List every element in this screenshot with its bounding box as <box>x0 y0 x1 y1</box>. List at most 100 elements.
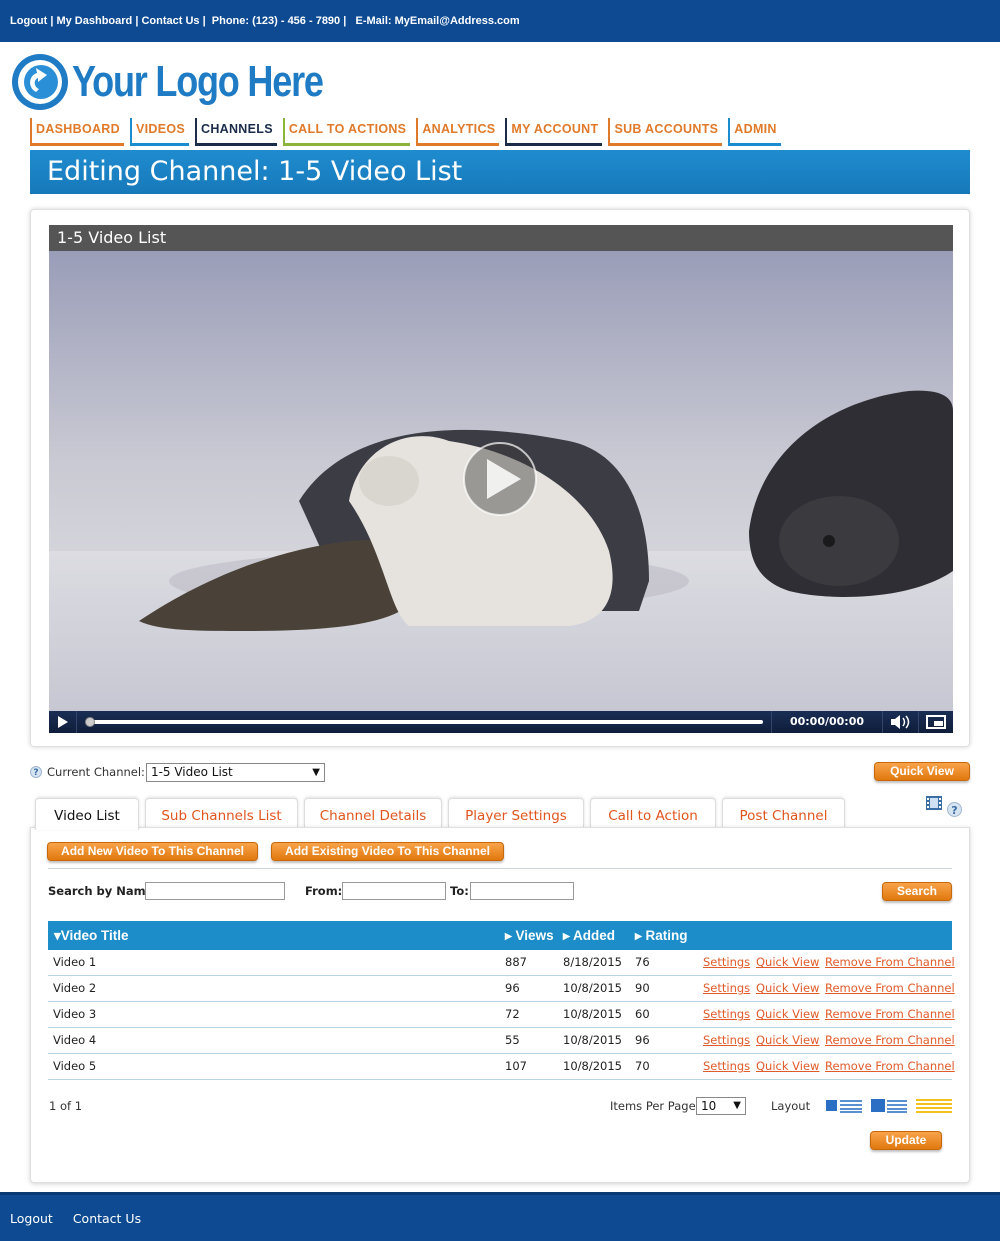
settings-link[interactable]: Settings <box>703 1028 750 1053</box>
added-cell: 8/18/2015 <box>563 955 622 969</box>
to-date-input[interactable] <box>470 882 574 900</box>
time-display: 00:00/00:00 <box>771 711 883 733</box>
page-title: Editing Channel: 1-5 Video List <box>30 150 970 194</box>
remove-from-channel-link[interactable]: Remove From Channel <box>825 976 955 1001</box>
nav-dashboard[interactable]: DASHBOARD <box>30 118 124 146</box>
sort-right-icon: ▸ <box>505 928 512 943</box>
nav-channels[interactable]: CHANNELS <box>195 118 277 146</box>
page-count: 1 of 1 <box>49 1099 83 1113</box>
tab-channel-details[interactable]: Channel Details <box>304 798 442 828</box>
help-icon[interactable]: ? <box>30 766 42 778</box>
items-per-page-select[interactable]: 10 ▼ <box>696 1097 746 1115</box>
rating-cell: 96 <box>635 1033 650 1047</box>
fullscreen-icon[interactable] <box>919 711 953 733</box>
quick-view-link[interactable]: Quick View <box>756 1002 819 1027</box>
rating-cell: 70 <box>635 1059 650 1073</box>
table-row: Video 4 55 10/8/2015 96 Settings Quick V… <box>48 1028 955 1054</box>
nav-admin[interactable]: ADMIN <box>728 118 781 146</box>
nav-call-to-actions[interactable]: CALL TO ACTIONS <box>282 118 411 146</box>
from-date-label: From: <box>305 884 343 898</box>
from-date-input[interactable] <box>342 882 446 900</box>
tab-video-list[interactable]: Video List <box>35 798 139 830</box>
phone-text: Phone: (123) - 456 - 7890 <box>211 15 341 27</box>
settings-link[interactable]: Settings <box>703 1054 750 1079</box>
rating-cell: 60 <box>635 1007 650 1021</box>
current-channel-value: 1-5 Video List <box>150 764 233 779</box>
tab-sub-channels-list[interactable]: Sub Channels List <box>145 798 298 828</box>
video-panel: 1-5 Video List 00:00/00:00 <box>30 209 970 747</box>
current-channel-row: ? Current Channel: 1-5 Video List ▼ <box>30 762 325 782</box>
layout-list-icon[interactable] <box>826 1099 862 1113</box>
nav-analytics[interactable]: ANALYTICS <box>416 118 500 146</box>
remove-from-channel-link[interactable]: Remove From Channel <box>825 1002 955 1027</box>
items-per-page-value: 10 <box>701 1099 717 1113</box>
contact-us-link[interactable]: Contact Us <box>141 15 199 27</box>
rating-cell: 76 <box>635 955 650 969</box>
table-row: Video 5 107 10/8/2015 70 Settings Quick … <box>48 1054 955 1080</box>
column-video-title[interactable]: ▾Video Title <box>54 921 129 950</box>
volume-icon[interactable] <box>885 711 919 733</box>
quick-view-link[interactable]: Quick View <box>756 976 819 1001</box>
layout-detail-icon[interactable] <box>871 1099 907 1113</box>
table-row: Video 2 96 10/8/2015 90 Settings Quick V… <box>48 976 955 1002</box>
add-new-video-button[interactable]: Add New Video To This Channel <box>47 842 258 861</box>
video-player[interactable]: 1-5 Video List 00:00/00:00 <box>49 225 953 733</box>
logout-link[interactable]: Logout <box>10 15 47 27</box>
quick-view-link[interactable]: Quick View <box>756 1028 819 1053</box>
added-cell: 10/8/2015 <box>563 1033 622 1047</box>
footer-contact-us-link[interactable]: Contact Us <box>73 1211 141 1226</box>
remove-from-channel-link[interactable]: Remove From Channel <box>825 1054 955 1079</box>
quick-view-button[interactable]: Quick View <box>874 762 970 781</box>
my-dashboard-link[interactable]: My Dashboard <box>56 15 132 27</box>
added-cell: 10/8/2015 <box>563 1059 622 1073</box>
email-text: E-Mail: MyEmail@Address.com <box>355 15 520 27</box>
added-cell: 10/8/2015 <box>563 981 622 995</box>
nav-my-account[interactable]: MY ACCOUNT <box>505 118 603 146</box>
add-existing-video-button[interactable]: Add Existing Video To This Channel <box>271 842 504 861</box>
views-cell: 72 <box>505 1007 520 1021</box>
layout-compact-icon[interactable] <box>916 1099 952 1113</box>
seek-bar[interactable] <box>85 717 763 727</box>
update-button[interactable]: Update <box>870 1131 942 1150</box>
tab-call-to-action[interactable]: Call to Action <box>590 798 716 828</box>
search-button[interactable]: Search <box>882 882 952 901</box>
settings-link[interactable]: Settings <box>703 976 750 1001</box>
views-cell: 96 <box>505 981 520 995</box>
table-header: ▾Video Title ▸ Views ▸ Added ▸ Rating <box>48 921 952 950</box>
seek-knob[interactable] <box>85 717 95 727</box>
footer-logout-link[interactable]: Logout <box>10 1211 53 1226</box>
search-name-input[interactable] <box>145 882 285 900</box>
table-row: Video 1 887 8/18/2015 76 Settings Quick … <box>48 950 955 976</box>
column-rating[interactable]: ▸ Rating <box>635 921 688 950</box>
play-icon[interactable] <box>49 711 77 733</box>
separator: | <box>47 15 57 27</box>
tab-post-channel[interactable]: Post Channel <box>722 798 845 828</box>
current-channel-select[interactable]: 1-5 Video List ▼ <box>145 762 325 782</box>
added-cell: 10/8/2015 <box>563 1007 622 1021</box>
column-added[interactable]: ▸ Added <box>563 921 615 950</box>
video-title: 1-5 Video List <box>49 225 953 251</box>
quick-view-link[interactable]: Quick View <box>756 1054 819 1079</box>
help-icon[interactable]: ? <box>947 802 962 817</box>
column-label: Views <box>515 928 554 943</box>
separator: | <box>340 15 356 27</box>
column-views[interactable]: ▸ Views <box>505 921 554 950</box>
chevron-down-icon: ▼ <box>733 1100 741 1111</box>
remove-from-channel-link[interactable]: Remove From Channel <box>825 1028 955 1053</box>
nav-videos[interactable]: VIDEOS <box>129 118 189 146</box>
video-title-cell: Video 4 <box>53 1033 97 1047</box>
settings-link[interactable]: Settings <box>703 1002 750 1027</box>
views-cell: 107 <box>505 1059 527 1073</box>
logo[interactable]: Your Logo Here <box>10 52 378 112</box>
quick-view-link[interactable]: Quick View <box>756 950 819 975</box>
separator: | <box>132 15 142 27</box>
film-icon[interactable] <box>926 796 942 810</box>
video-frame[interactable] <box>49 251 953 711</box>
remove-from-channel-link[interactable]: Remove From Channel <box>825 950 955 975</box>
sort-right-icon: ▸ <box>635 928 642 943</box>
settings-link[interactable]: Settings <box>703 950 750 975</box>
tab-player-settings[interactable]: Player Settings <box>448 798 584 828</box>
nav-sub-accounts[interactable]: SUB ACCOUNTS <box>608 118 723 146</box>
rating-cell: 90 <box>635 981 650 995</box>
column-label: Rating <box>645 928 688 943</box>
